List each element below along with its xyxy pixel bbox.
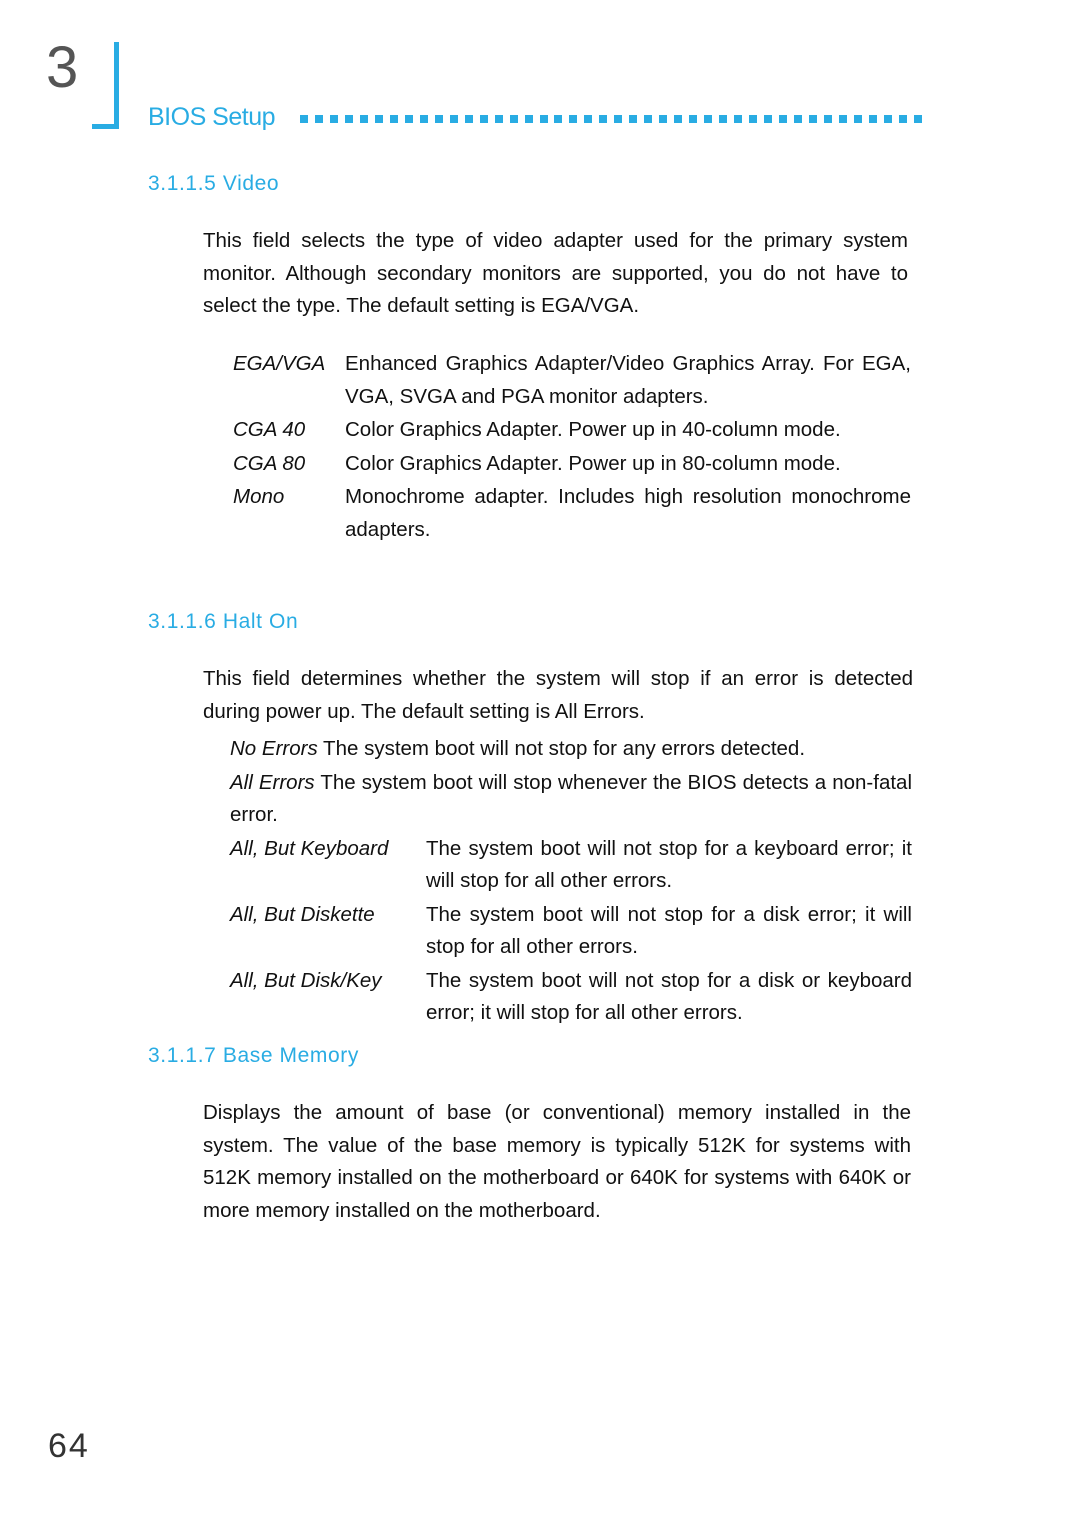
section-heading-base-memory: 3.1.1.7 Base Memory [148,1044,359,1067]
section-heading-halt-on: 3.1.1.6 Halt On [148,610,299,633]
header-dot [389,115,398,123]
definition-term: CGA 40 [233,418,306,441]
definition-term: CGA 80 [233,451,306,475]
header-dot [300,115,308,123]
header-dot [764,115,773,123]
header-dot [913,115,922,123]
header-dot [584,115,593,123]
section-heading-video: 3.1.1.5 Video [148,172,280,195]
section-body-base-memory: Displays the amount of base (or conventi… [203,1101,911,1222]
definition-row: CGA 80 Color Graphics Adapter. Power up … [233,448,911,481]
definition-description: The system boot will not stop for a disk… [426,902,912,959]
header-dot [374,115,383,123]
header-dot [314,115,323,123]
header-dot [779,115,787,123]
definition-description: Color Graphics Adapter. Power up in 40-c… [345,418,841,441]
definition-term: Mono [233,485,285,508]
header-title: BIOS Setup [148,103,276,131]
header-dot [554,115,563,123]
section-body-video: This field selects the type of video ada… [203,229,908,317]
definition-row: Mono Monochrome adapter. Includes high r… [233,481,911,546]
definition-term: All, But Disk/Key [230,968,382,992]
definition-term: No Errors [230,737,318,760]
header-dot [689,115,698,123]
definition-description: The system boot will not stop for any er… [323,737,806,760]
header-dot [569,115,578,123]
header-dot [359,115,368,123]
header-dot [434,115,443,123]
header-dot [539,115,548,123]
header-dot [838,115,847,123]
header-dot [329,115,338,123]
header-dot [749,115,758,123]
definition-description: Color Graphics Adapter. Power up in 80-c… [345,451,841,475]
header-dot [464,115,473,123]
definition-description: The system boot will not stop for a disk… [426,968,912,1025]
header-dot [868,115,877,123]
header-dot [449,115,458,123]
definition-row: CGA 40 Color Graphics Adapter. Power up … [233,414,911,447]
header-dot [883,115,892,123]
header-dot [674,115,683,123]
header-dot [404,115,413,123]
page-number: 64 [48,1427,90,1465]
header-dot [898,115,907,123]
definition-term: All, But Diskette [230,902,375,926]
header-dot [524,115,533,123]
header-dot [734,115,743,123]
header-dot [629,115,638,123]
chapter-rule-horizontal [92,124,119,129]
definition-description: Enhanced Graphics Adapter/Video Graphics… [345,352,911,408]
chapter-number: 3 [46,35,79,100]
header-dot [808,115,817,123]
definition-term: All Errors [230,770,315,794]
header-dot [479,115,488,123]
header-dot [719,115,728,123]
header-dot [704,115,713,123]
definition-row: EGA/VGA Enhanced Graphics Adapter/Video … [233,348,911,413]
page-header: 3 BIOS Setup [0,0,1080,150]
header-dot [793,115,802,123]
definition-row: All, But Disk/Key The system boot will n… [230,965,912,1030]
definition-term: EGA/VGA [233,352,326,375]
header-dot [644,115,653,123]
header-dot [823,115,832,123]
definition-row: All, But Diskette The system boot will n… [230,899,912,964]
header-dot [419,115,428,123]
definition-row: No Errors The system boot will not stop … [230,733,912,766]
definition-description: Monochrome adapter. Includes high resolu… [345,485,911,541]
definition-description: The system boot will stop whenever the B… [230,770,912,827]
chapter-marker: 3 [46,35,119,129]
header-dot [494,115,503,123]
header-dot [853,115,862,123]
definition-term: All, But Keyboard [230,836,389,860]
chapter-rule-vertical [114,42,119,124]
header-dot-rule [300,113,922,125]
definition-description: The system boot will not stop for a keyb… [426,836,912,893]
document-page: 3 BIOS Setup 3.1.1.5 Video This field se… [0,0,1080,1529]
definition-row: All, But Keyboard The system boot will n… [230,833,912,898]
header-dot [599,115,608,123]
header-dot [614,115,623,123]
section-body-halt-on: This field determines whether the system… [203,667,913,723]
definition-list-halt-on: No Errors The system boot will not stop … [230,733,912,1031]
definition-row: All Errors The system boot will stop whe… [230,767,912,832]
definition-list-video: EGA/VGA Enhanced Graphics Adapter/Video … [233,348,911,547]
header-dot [509,115,518,123]
header-dot [344,115,353,123]
header-dot [659,115,668,123]
